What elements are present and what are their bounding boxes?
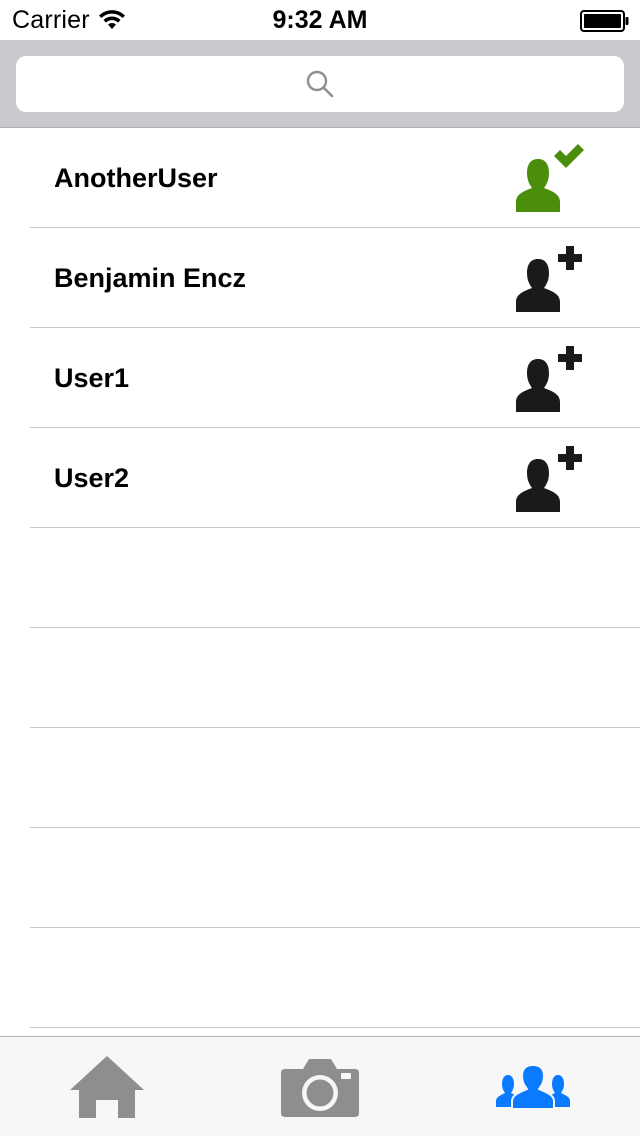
camera-icon (280, 1058, 359, 1117)
user-name: User1 (54, 363, 130, 393)
empty-row (0, 828, 640, 928)
empty-row (0, 728, 640, 828)
empty-row (0, 928, 640, 1028)
tab-friends[interactable] (426, 1037, 639, 1136)
search-input[interactable] (16, 56, 624, 112)
clock-time: 9:32 AM (272, 6, 368, 34)
status-bar: Carrier 9:32 AM (0, 0, 640, 40)
list-item[interactable]: User2 (0, 428, 640, 528)
tab-bar (0, 1036, 640, 1136)
screen: Carrier 9:32 AM AnotherUser Benjamin Enc… (0, 0, 640, 1136)
list-item[interactable]: User1 (0, 328, 640, 428)
tab-home[interactable] (0, 1037, 213, 1136)
battery-icon (580, 10, 629, 32)
user-name: Benjamin Encz (54, 263, 247, 293)
user-add-icon[interactable] (510, 342, 590, 416)
empty-row (0, 528, 640, 628)
user-check-icon[interactable] (510, 142, 590, 216)
user-name: AnotherUser (54, 163, 218, 193)
user-name: User2 (54, 463, 130, 493)
friends-icon (495, 1063, 570, 1110)
search-icon (306, 70, 334, 98)
empty-row (0, 628, 640, 728)
user-add-icon[interactable] (510, 242, 590, 316)
user-list: AnotherUser Benjamin Encz User1 User2 (0, 128, 640, 1028)
home-icon (69, 1055, 144, 1118)
tab-camera[interactable] (213, 1037, 426, 1136)
user-add-icon[interactable] (510, 442, 590, 516)
list-item[interactable]: Benjamin Encz (0, 228, 640, 328)
search-bar (0, 40, 640, 128)
list-item[interactable]: AnotherUser (0, 128, 640, 228)
